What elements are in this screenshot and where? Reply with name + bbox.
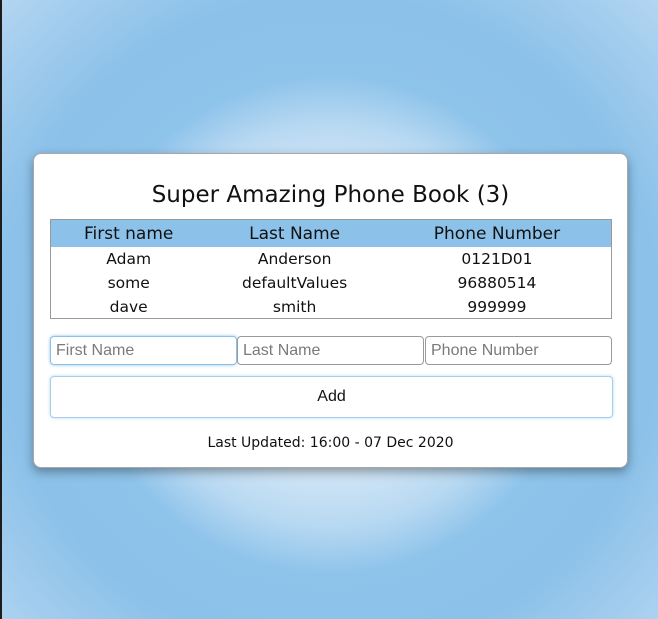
- cell-last-name: Anderson: [257, 250, 332, 268]
- contacts-table: First name Last Name Phone Number Adam A…: [50, 219, 612, 319]
- cell-first-name: Adam: [106, 250, 152, 268]
- column-header-first-name[interactable]: First name: [51, 220, 206, 247]
- cell-phone-number: 96880514: [457, 274, 537, 292]
- cell-phone-number: 999999: [467, 298, 527, 316]
- last-updated-text: Last Updated: 16:00 - 07 Dec 2020: [207, 435, 454, 451]
- last-name-input[interactable]: [237, 336, 424, 365]
- phone-book-card: Super Amazing Phone Book (3) First name …: [33, 153, 628, 468]
- cell-first-name: dave: [109, 298, 148, 316]
- table-row: Adam Anderson 0121D01: [51, 247, 611, 271]
- table-row: dave smith 999999: [51, 295, 611, 319]
- column-header-last-name[interactable]: Last Name: [206, 220, 383, 247]
- window-edge: [0, 0, 2, 619]
- page-title: Super Amazing Phone Book (3): [151, 182, 510, 208]
- cell-last-name: smith: [272, 298, 317, 316]
- phone-number-input[interactable]: [425, 336, 612, 365]
- column-header-phone-number[interactable]: Phone Number: [383, 220, 611, 247]
- cell-last-name: defaultValues: [242, 274, 348, 292]
- first-name-input[interactable]: [50, 336, 237, 365]
- add-button[interactable]: Add: [50, 376, 613, 418]
- cell-first-name: some: [107, 274, 150, 292]
- table-header-row: First name Last Name Phone Number: [51, 220, 611, 247]
- cell-phone-number: 0121D01: [461, 250, 533, 268]
- table-row: some defaultValues 96880514: [51, 271, 611, 295]
